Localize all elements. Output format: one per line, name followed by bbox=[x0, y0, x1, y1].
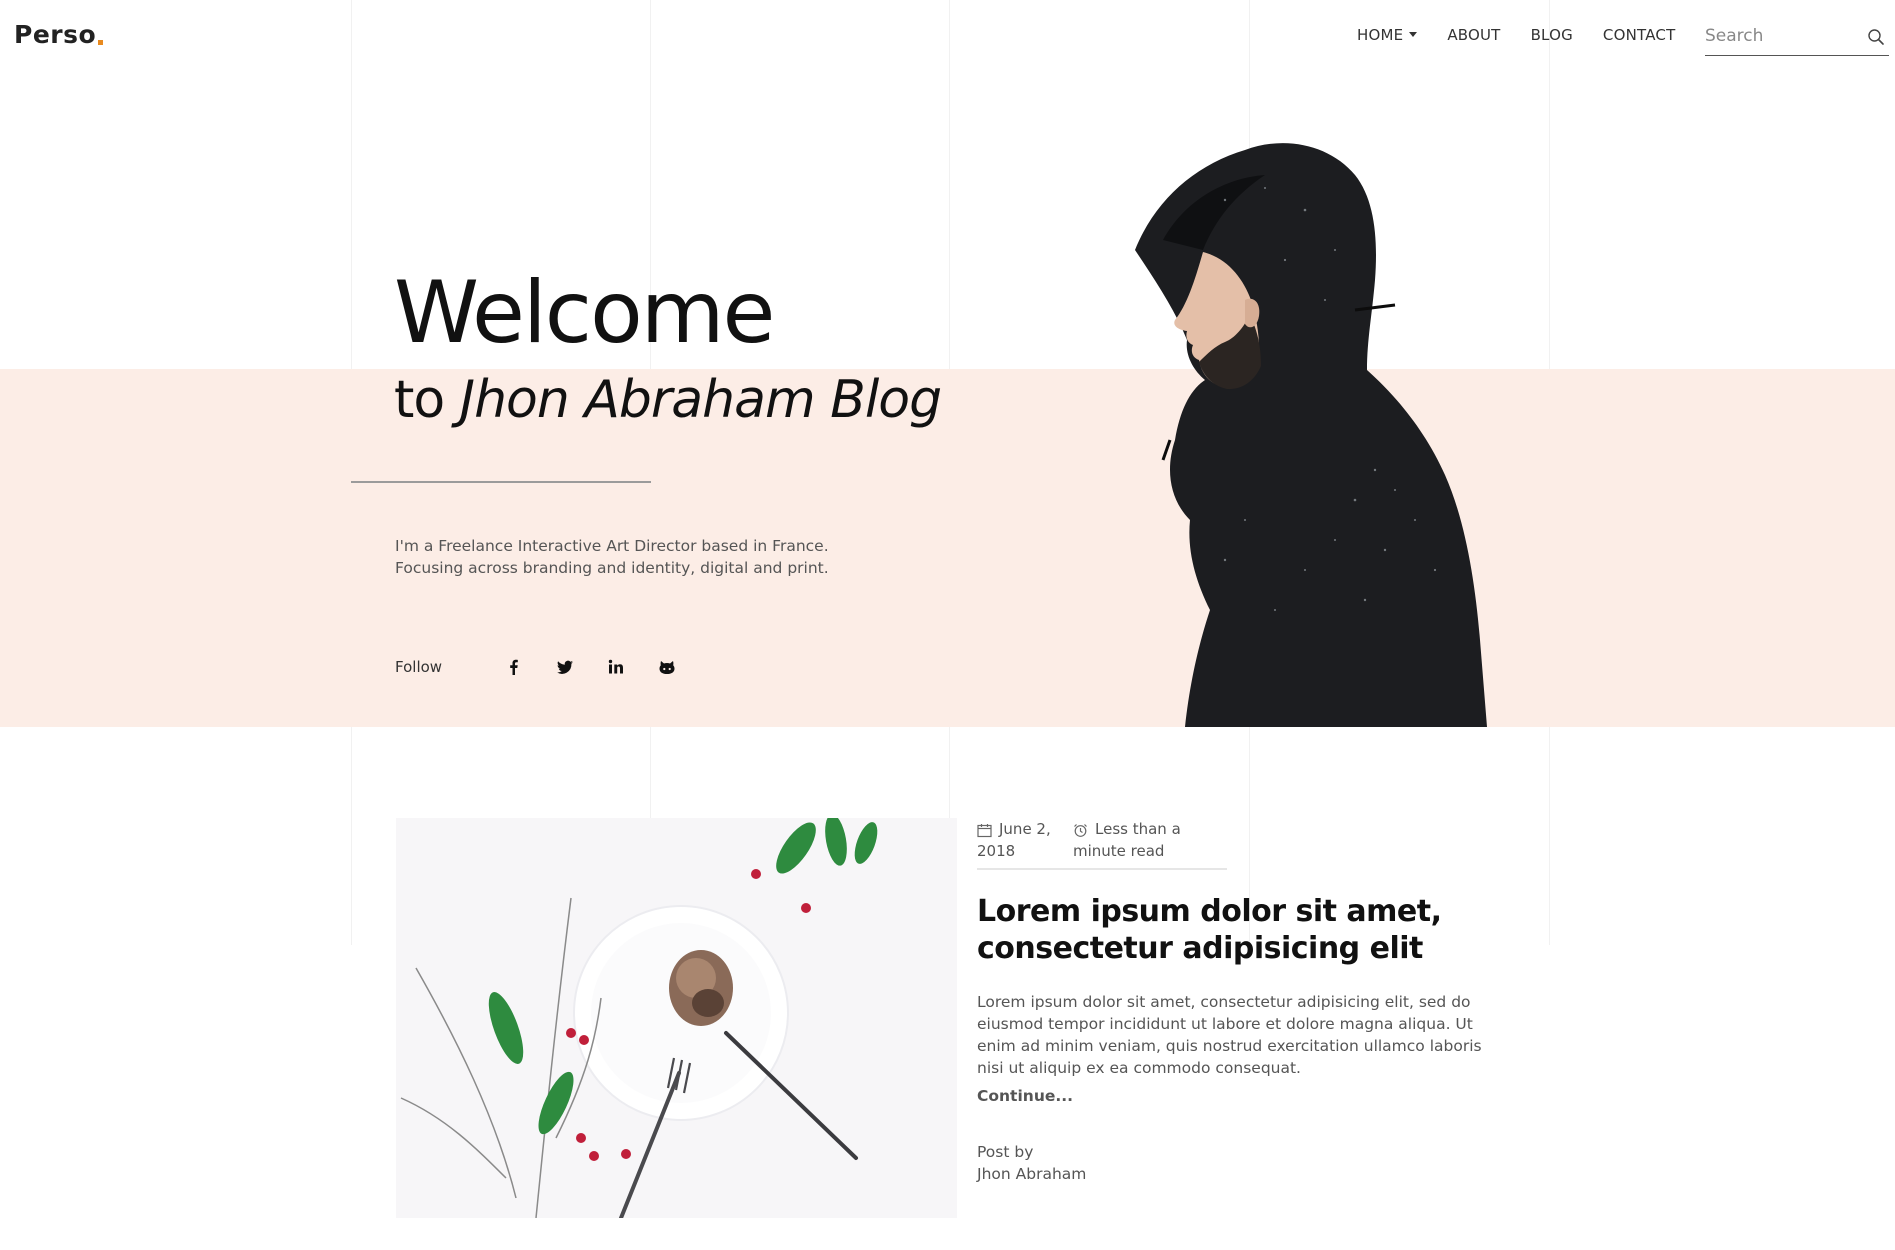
hero-subtitle: to Jhon Abraham Blog bbox=[394, 374, 942, 426]
follow-row: Follow bbox=[395, 658, 709, 676]
post-meta: June 2, 2018 Less than a minute read bbox=[977, 818, 1227, 870]
nav-item-blog[interactable]: BLOG bbox=[1531, 26, 1573, 44]
post-read-line1: Less than a bbox=[1095, 820, 1181, 838]
hero-divider bbox=[351, 481, 651, 483]
hero-subtitle-prefix: to bbox=[394, 370, 445, 430]
linkedin-icon[interactable] bbox=[607, 658, 625, 676]
post-author-block: Post by Jhon Abraham bbox=[977, 1141, 1086, 1185]
post-date: June 2, 2018 bbox=[977, 818, 1067, 862]
hero-description: I'm a Freelance Interactive Art Director… bbox=[395, 537, 829, 577]
post-author-name[interactable]: Jhon Abraham bbox=[977, 1163, 1086, 1185]
nav-item-label: HOME bbox=[1357, 26, 1404, 44]
site-logo[interactable]: Perso bbox=[14, 20, 104, 49]
search-box bbox=[1705, 22, 1889, 56]
hero-title: Welcome bbox=[394, 263, 775, 363]
post-read-time: Less than a minute read bbox=[1073, 818, 1213, 862]
twitter-icon[interactable] bbox=[556, 658, 574, 676]
alarm-clock-icon bbox=[1073, 822, 1088, 837]
search-input[interactable] bbox=[1705, 22, 1855, 46]
nav-item-contact[interactable]: CONTACT bbox=[1603, 26, 1676, 44]
search-icon[interactable] bbox=[1867, 28, 1885, 46]
logo-text: Perso bbox=[14, 20, 97, 49]
post-by-label: Post by bbox=[977, 1143, 1034, 1161]
nav-item-about[interactable]: ABOUT bbox=[1447, 26, 1500, 44]
caret-down-icon bbox=[1409, 32, 1418, 37]
post-thumbnail-image[interactable] bbox=[396, 818, 957, 1218]
post-date-line2: 2018 bbox=[977, 842, 1016, 860]
site-header: Perso HOME ABOUT BLOG CONTACT bbox=[0, 0, 1895, 76]
follow-label: Follow bbox=[395, 658, 443, 676]
continue-reading-link[interactable]: Continue... bbox=[977, 1087, 1073, 1105]
logo-dot bbox=[98, 40, 104, 45]
post-read-line2: minute read bbox=[1073, 842, 1165, 860]
calendar-icon bbox=[977, 822, 992, 838]
hero-subtitle-name: Jhon Abraham Blog bbox=[459, 370, 942, 430]
main-nav: HOME ABOUT BLOG CONTACT bbox=[1357, 26, 1705, 44]
nav-item-home[interactable]: HOME bbox=[1357, 26, 1418, 44]
post-excerpt: Lorem ipsum dolor sit amet, consectetur … bbox=[977, 993, 1482, 1077]
post-title[interactable]: Lorem ipsum dolor sit amet, consectetur … bbox=[977, 893, 1517, 967]
facebook-icon[interactable] bbox=[505, 658, 523, 676]
hero-band bbox=[0, 369, 1895, 727]
github-icon[interactable] bbox=[658, 658, 676, 676]
hero-portrait-image bbox=[1075, 140, 1545, 728]
